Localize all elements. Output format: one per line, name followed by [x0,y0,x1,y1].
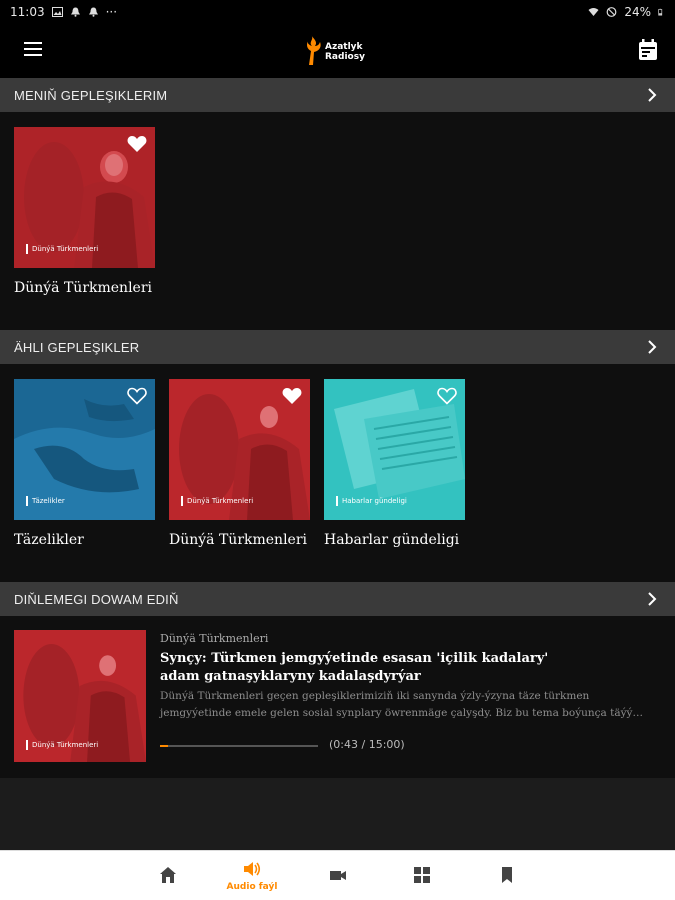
calendar-icon[interactable] [638,39,658,61]
section-title: ÄHLI GEPLEŞIKLER [14,339,140,355]
podcast-card[interactable]: Habarlar gündeligi Habarlar gündeligi [324,379,465,548]
nav-video[interactable] [308,851,368,900]
bookmark-icon [502,867,512,883]
section-my-podcasts: Dünýä Türkmenleri Dünýä Türkmenleri [0,112,675,330]
heart-filled-icon[interactable] [127,135,147,153]
podcast-thumbnail[interactable]: Dünýä Türkmenleri [169,379,310,520]
nav-sections[interactable] [392,851,452,900]
status-bar: 11:03 ··· 24% [0,0,675,24]
nav-bookmarks[interactable] [477,851,537,900]
battery-text: 24% [624,5,651,19]
wifi-icon [588,8,599,16]
section-header-all-podcasts[interactable]: ÄHLI GEPLEŞIKLER [0,330,675,364]
status-time: 11:03 [10,5,45,19]
section-header-continue-listening[interactable]: DIŇLEMEGI DOWAM EDIŇ [0,582,675,616]
thumbnail-tag: Dünýä Türkmenleri [26,740,98,750]
bell-icon [88,7,98,17]
speaker-icon [244,862,261,876]
thumbnail-tag: Dünýä Türkmenleri [26,244,98,254]
thumbnail-tag: Dünýä Türkmenleri [181,496,253,506]
app-logo: Azatlyk Radiosy [305,33,375,69]
episode-progress-bar[interactable] [160,745,318,747]
video-camera-icon [330,871,346,880]
app-bar: Azatlyk Radiosy [0,24,675,78]
thumbnail-tag: Täzelikler [26,496,65,506]
episode-title[interactable]: Synçy: Türkmen jemgyýetinde esasan 'içil… [160,650,560,686]
podcast-thumbnail[interactable]: Habarlar gündeligi [324,379,465,520]
hamburger-icon[interactable] [24,42,42,56]
heart-filled-icon[interactable] [282,387,302,405]
nav-home[interactable] [138,851,198,900]
podcast-card[interactable]: Dünýä Türkmenleri Dünýä Türkmenleri [14,127,155,296]
section-title: MENIŇ GEPLEŞIKLERIM [14,87,168,103]
continue-listening-item[interactable]: Dünýä Türkmenleri Dünýä Türkmenleri Synç… [0,616,675,778]
chevron-right-icon [648,340,657,354]
nav-audio[interactable]: Audio faýl [222,851,282,900]
logo-line1: Azatlyk [325,42,363,52]
logo-flame-icon [307,35,321,65]
chevron-right-icon [648,592,657,606]
podcast-card[interactable]: Täzelikler Täzelikler [14,379,155,548]
home-icon [160,867,176,883]
episode-show: Dünýä Türkmenleri [160,632,269,645]
section-title: DIŇLEMEGI DOWAM EDIŇ [14,591,179,607]
nav-audio-label: Audio faýl [226,882,278,892]
progress-fill [160,745,168,747]
podcast-title[interactable]: Dünýä Türkmenleri [14,280,155,296]
podcast-thumbnail[interactable]: Täzelikler [14,379,155,520]
episode-time: (0:43 / 15:00) [329,738,405,751]
status-overflow: ··· [105,5,118,19]
podcast-title[interactable]: Täzelikler [14,532,155,548]
logo-line2: Radiosy [325,52,365,62]
battery-icon [658,8,663,16]
do-not-disturb-icon [606,7,617,17]
heart-outline-icon[interactable] [437,387,457,405]
podcast-thumbnail[interactable]: Dünýä Türkmenleri [14,127,155,268]
grid-icon [414,867,430,883]
bottom-nav: Audio faýl [0,850,675,900]
podcast-title[interactable]: Habarlar gündeligi [324,532,465,548]
podcast-title[interactable]: Dünýä Türkmenleri [169,532,310,548]
podcast-card[interactable]: Dünýä Türkmenleri Dünýä Türkmenleri [169,379,310,548]
section-all-podcasts: Täzelikler Täzelikler Dünýä Türkmenleri … [0,364,675,582]
heart-outline-icon[interactable] [127,387,147,405]
thumbnail-tag: Habarlar gündeligi [336,496,407,506]
chevron-right-icon [648,88,657,102]
episode-description: Dünýä Türkmenleri geçen gepleşiklerimizi… [160,690,643,719]
bell-icon [70,7,80,17]
section-header-my-podcasts[interactable]: MENIŇ GEPLEŞIKLERIM [0,78,675,112]
image-icon [51,7,63,17]
episode-thumbnail[interactable]: Dünýä Türkmenleri [14,630,146,762]
